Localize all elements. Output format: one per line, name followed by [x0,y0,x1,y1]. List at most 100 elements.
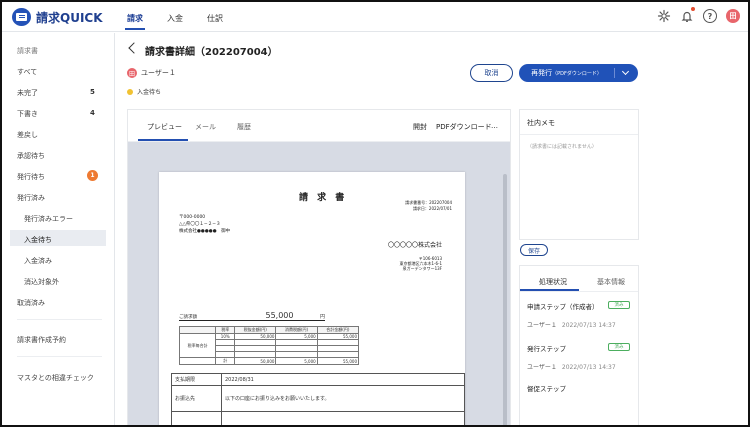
nav-billing[interactable]: 請求 [125,13,145,30]
payee-value: 以下の口座にお振り込みをお願いいたします。 [221,385,465,412]
memo-placeholder: （請求書には記載されません） [527,144,597,150]
preview-tabs: プレビュー メール 履歴 開封 PDFダウンロード … [128,110,510,142]
bell-icon[interactable] [680,7,695,23]
sidebar-heading: 請求書 [17,47,38,55]
issue-step-status-badge: 済み [608,343,630,351]
assigned-user: 田 ユーザー１ [127,68,176,78]
invoice-preview-panel: プレビュー メール 履歴 開封 PDFダウンロード … 請 求 書 請求書番号：… [127,109,511,425]
table-header: 税率 [215,326,236,334]
sidebar-item-reservation[interactable]: 請求書作成予約 [17,335,66,345]
sidebar-item-all[interactable]: すべて [17,67,37,77]
sidebar-item-returned[interactable]: 差戻し [17,130,38,140]
settings-icon[interactable] [657,9,671,23]
recipient-postal: 〒000-0000 [179,215,206,220]
table-empty-cell [178,357,217,365]
billing-amount-unit: 円 [319,314,325,320]
reissue-button-text: 再発行 [531,69,553,77]
recipient-address-line: △△県〇〇１−２−３ [179,222,221,227]
application-step-status-badge: 済み [608,301,630,309]
memo-textarea[interactable]: （請求書には記載されません） [520,134,638,240]
header-actions: ? 田 [648,7,740,23]
table-header: 合計金額(円) [316,326,360,334]
user-avatar-small: 田 [127,68,137,78]
sidebar-item-issued[interactable]: 発行済み [17,193,45,203]
sidebar-item-cancelled[interactable]: 取消済み [17,298,45,308]
invoice-date: 請求日：2022/07/01 [412,206,452,211]
main-navigation: 請求 入金 仕訳 [125,13,247,30]
assigned-user-name: ユーザー１ [141,69,176,77]
user-avatar[interactable]: 田 [726,9,740,23]
sidebar-item-not-reconciled[interactable]: 消込対象外 [24,277,59,287]
table-row: お振込先 以下の口座にお振り込みをお願いいたします。 [171,385,465,412]
invoice-logo-icon [12,8,31,26]
nav-payments[interactable]: 入金 [167,13,183,24]
table-cell: 55,000 [316,357,360,365]
notification-dot [691,7,695,11]
table-total-row: 計 50,000 5,000 55,000 [178,357,360,365]
main-content: 請求書詳細（202207004） 田 ユーザー１ 入金待ち 取消 再発行（PDF… [116,33,748,425]
payment-info-table: 支払期限 2022/08/31 お振込先 以下の口座にお振り込みをお願いいたしま… [171,373,465,425]
billing-amount-row: ご請求額 55,000 円 [179,311,325,321]
brand-logo[interactable]: 請求QUICK [12,8,103,26]
tax-group-label: 税率毎合計 [178,333,217,358]
sidebar-item-awaiting-issue[interactable]: 発行待ち [17,172,45,182]
table-header-row: 税率 税抜金額(円) 消費税額(円) 合計金額(円) [178,326,360,334]
sidebar-item-incomplete[interactable]: 未完了 [17,88,38,98]
help-icon[interactable]: ? [703,9,717,23]
sidebar-count-drafts: 4 [90,109,95,117]
reissue-label: 再発行（PDFダウンロード） [519,68,615,78]
tab-mail[interactable]: メール [195,122,216,132]
top-header: 請求QUICK 請求 入金 仕訳 ? 田 [2,2,748,32]
application-step-title: 申請ステップ（作成者） [527,303,599,311]
status-dot-icon [127,88,133,95]
table-row [171,411,465,425]
cancel-button[interactable]: 取消 [470,64,513,82]
issue-step-date: 2022/07/13 14:37 [561,364,616,371]
tab-processing-status[interactable]: 処理状況 [539,277,567,287]
processing-status-panel: 処理状況 基本情報 申請ステップ（作成者） 済み ユーザー１ 2022/07/13… [519,265,639,425]
reissue-button[interactable]: 再発行（PDFダウンロード） [519,64,638,82]
sidebar-item-paid[interactable]: 入金済み [24,256,52,266]
billing-amount-label: ご請求額 [179,315,197,320]
reissue-button-subtext: （PDFダウンロード） [552,71,602,77]
app-frame: 請求QUICK 請求 入金 仕訳 ? 田 請求書 すべて 未完了 5 下書き 4… [0,0,750,427]
sidebar-item-issued-error[interactable]: 発行済みエラー [24,214,73,224]
reminder-step-title: 督促ステップ [527,385,566,393]
sidebar: 請求書 すべて 未完了 5 下書き 4 差戻し 承認待ち 発行待ち 1 発行済み… [2,33,115,425]
table-cell: 50,000 [234,357,277,365]
more-menu-button[interactable]: … [491,122,498,130]
tab-basic-info[interactable]: 基本情報 [597,277,625,287]
application-step-date: 2022/07/13 14:37 [561,322,616,329]
sidebar-item-master-check[interactable]: マスタとの相違チェック [17,373,94,383]
invoice-document: 請 求 書 請求書番号：202207004 請求日：2022/07/01 〒00… [159,172,465,425]
due-date-label: 支払期限 [171,373,222,386]
application-step-meta: ユーザー１ 2022/07/13 14:37 [527,320,616,329]
open-button[interactable]: 開封 [413,122,427,132]
sidebar-item-awaiting-approval[interactable]: 承認待ち [17,151,45,161]
table-total-label: 計 [215,357,236,365]
internal-memo-panel: 社内メモ （請求書には記載されません） [519,109,639,240]
invoice-meta: 請求書番号：202207004 請求日：2022/07/01 [405,200,452,212]
tab-history[interactable]: 履歴 [237,122,251,132]
due-date-value: 2022/08/31 [221,373,465,386]
chevron-down-icon[interactable] [621,67,630,76]
sidebar-item-awaiting-payment[interactable]: 入金待ち [24,235,52,245]
nav-journal[interactable]: 仕訳 [207,13,223,24]
preview-scrollbar[interactable] [503,174,507,425]
sidebar-badge-awaiting-issue: 1 [87,170,98,181]
app-name: 請求QUICK [36,10,103,25]
tab-preview[interactable]: プレビュー [147,122,182,132]
tax-summary-table: 税率 税抜金額(円) 消費税額(円) 合計金額(円) 税率毎合計 10% 50,… [178,326,360,365]
pdf-download-button[interactable]: PDFダウンロード [436,122,492,132]
save-button[interactable]: 保存 [520,244,548,256]
table-empty-cell [178,326,217,334]
application-step-user: ユーザー１ [527,322,557,329]
sidebar-divider [17,319,102,320]
payee-label: お振込先 [171,385,222,412]
back-chevron-icon[interactable] [128,42,140,54]
issuer-company: 〇〇〇〇〇株式会社 [387,242,442,249]
memo-title: 社内メモ [527,119,555,127]
issuer-address: 〒106-6013 東京都港区六本木1-6-1 泉ガーデンタワー13F [399,256,442,271]
sidebar-item-drafts[interactable]: 下書き [17,109,38,119]
issuer-address-line-2: 泉ガーデンタワー13F [402,266,442,271]
